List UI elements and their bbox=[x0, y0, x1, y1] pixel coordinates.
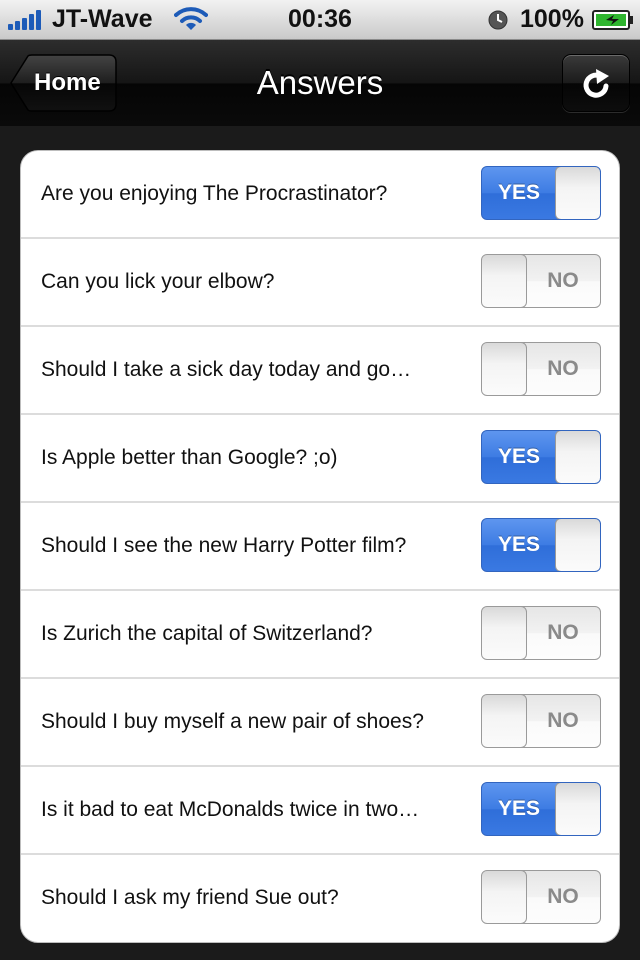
answer-toggle[interactable]: YES bbox=[481, 430, 601, 484]
toggle-state-label: NO bbox=[547, 357, 579, 380]
list-item: Is it bad to eat McDonalds twice in two…… bbox=[21, 767, 619, 855]
toggle-state-label: NO bbox=[547, 621, 579, 644]
toggle-knob[interactable] bbox=[555, 431, 600, 483]
answer-toggle[interactable]: YES bbox=[481, 518, 601, 572]
question-label: Is Apple better than Google? ;o) bbox=[41, 446, 338, 469]
answer-toggle[interactable]: NO bbox=[481, 606, 601, 660]
toggle-knob[interactable] bbox=[555, 519, 600, 571]
toggle-state-label: YES bbox=[497, 533, 541, 556]
page-title: Answers bbox=[256, 64, 384, 101]
list-item: Should I see the new Harry Potter film? Y… bbox=[21, 503, 619, 591]
question-label: Is Zurich the capital of Switzerland? bbox=[41, 622, 373, 645]
list-item: Is Zurich the capital of Switzerland? NO bbox=[21, 591, 619, 679]
answer-toggle[interactable]: NO bbox=[481, 870, 601, 924]
question-label: Can you lick your elbow? bbox=[41, 270, 275, 293]
refresh-icon bbox=[583, 69, 609, 98]
question-label: Is it bad to eat McDonalds twice in two… bbox=[41, 798, 420, 821]
answer-toggle[interactable]: NO bbox=[481, 342, 601, 396]
toggle-state-label: YES bbox=[497, 797, 541, 820]
question-label: Are you enjoying The Procrastinator? bbox=[41, 182, 388, 205]
toggle-knob[interactable] bbox=[482, 695, 527, 747]
answer-toggle[interactable]: NO bbox=[481, 694, 601, 748]
answer-toggle[interactable]: NO bbox=[481, 254, 601, 308]
toggle-knob[interactable] bbox=[482, 343, 527, 395]
toggle-state-label: NO bbox=[547, 269, 579, 292]
refresh-button[interactable] bbox=[562, 54, 630, 112]
navigation-bar: Home Answers bbox=[0, 40, 640, 126]
answer-toggle[interactable]: YES bbox=[481, 782, 601, 836]
answers-list-container: Are you enjoying The Procrastinator? YES C… bbox=[0, 126, 640, 960]
toggle-knob[interactable] bbox=[482, 607, 527, 659]
alarm-clock-icon bbox=[488, 10, 508, 30]
list-item: Should I buy myself a new pair of shoes?… bbox=[21, 679, 619, 767]
question-label: Should I ask my friend Sue out? bbox=[41, 886, 339, 909]
toggle-knob[interactable] bbox=[555, 167, 600, 219]
toggle-state-label: NO bbox=[547, 885, 579, 908]
question-label: Should I buy myself a new pair of shoes? bbox=[41, 710, 424, 733]
status-bar: JT-Wave 00:36 100% bbox=[0, 0, 640, 40]
toggle-knob[interactable] bbox=[482, 255, 527, 307]
toggle-state-label: NO bbox=[547, 709, 579, 732]
question-label: Should I see the new Harry Potter film? bbox=[41, 534, 407, 557]
list-item: Can you lick your elbow? NO bbox=[21, 239, 619, 327]
list-item: Is Apple better than Google? ;o) YES bbox=[21, 415, 619, 503]
list-item: Are you enjoying The Procrastinator? YES bbox=[21, 151, 619, 239]
answer-toggle[interactable]: YES bbox=[481, 166, 601, 220]
battery-charging-icon bbox=[592, 10, 633, 30]
toggle-state-label: YES bbox=[497, 181, 541, 204]
toggle-state-label: YES bbox=[497, 445, 541, 468]
battery-percent: 100% bbox=[520, 5, 584, 33]
toggle-knob[interactable] bbox=[555, 783, 600, 835]
question-label: Should I take a sick day today and go… bbox=[41, 358, 412, 381]
answers-list: Are you enjoying The Procrastinator? YES C… bbox=[20, 150, 620, 943]
toggle-knob[interactable] bbox=[482, 871, 527, 923]
list-item: Should I ask my friend Sue out? NO bbox=[21, 855, 619, 942]
list-item: Should I take a sick day today and go… NO bbox=[21, 327, 619, 415]
